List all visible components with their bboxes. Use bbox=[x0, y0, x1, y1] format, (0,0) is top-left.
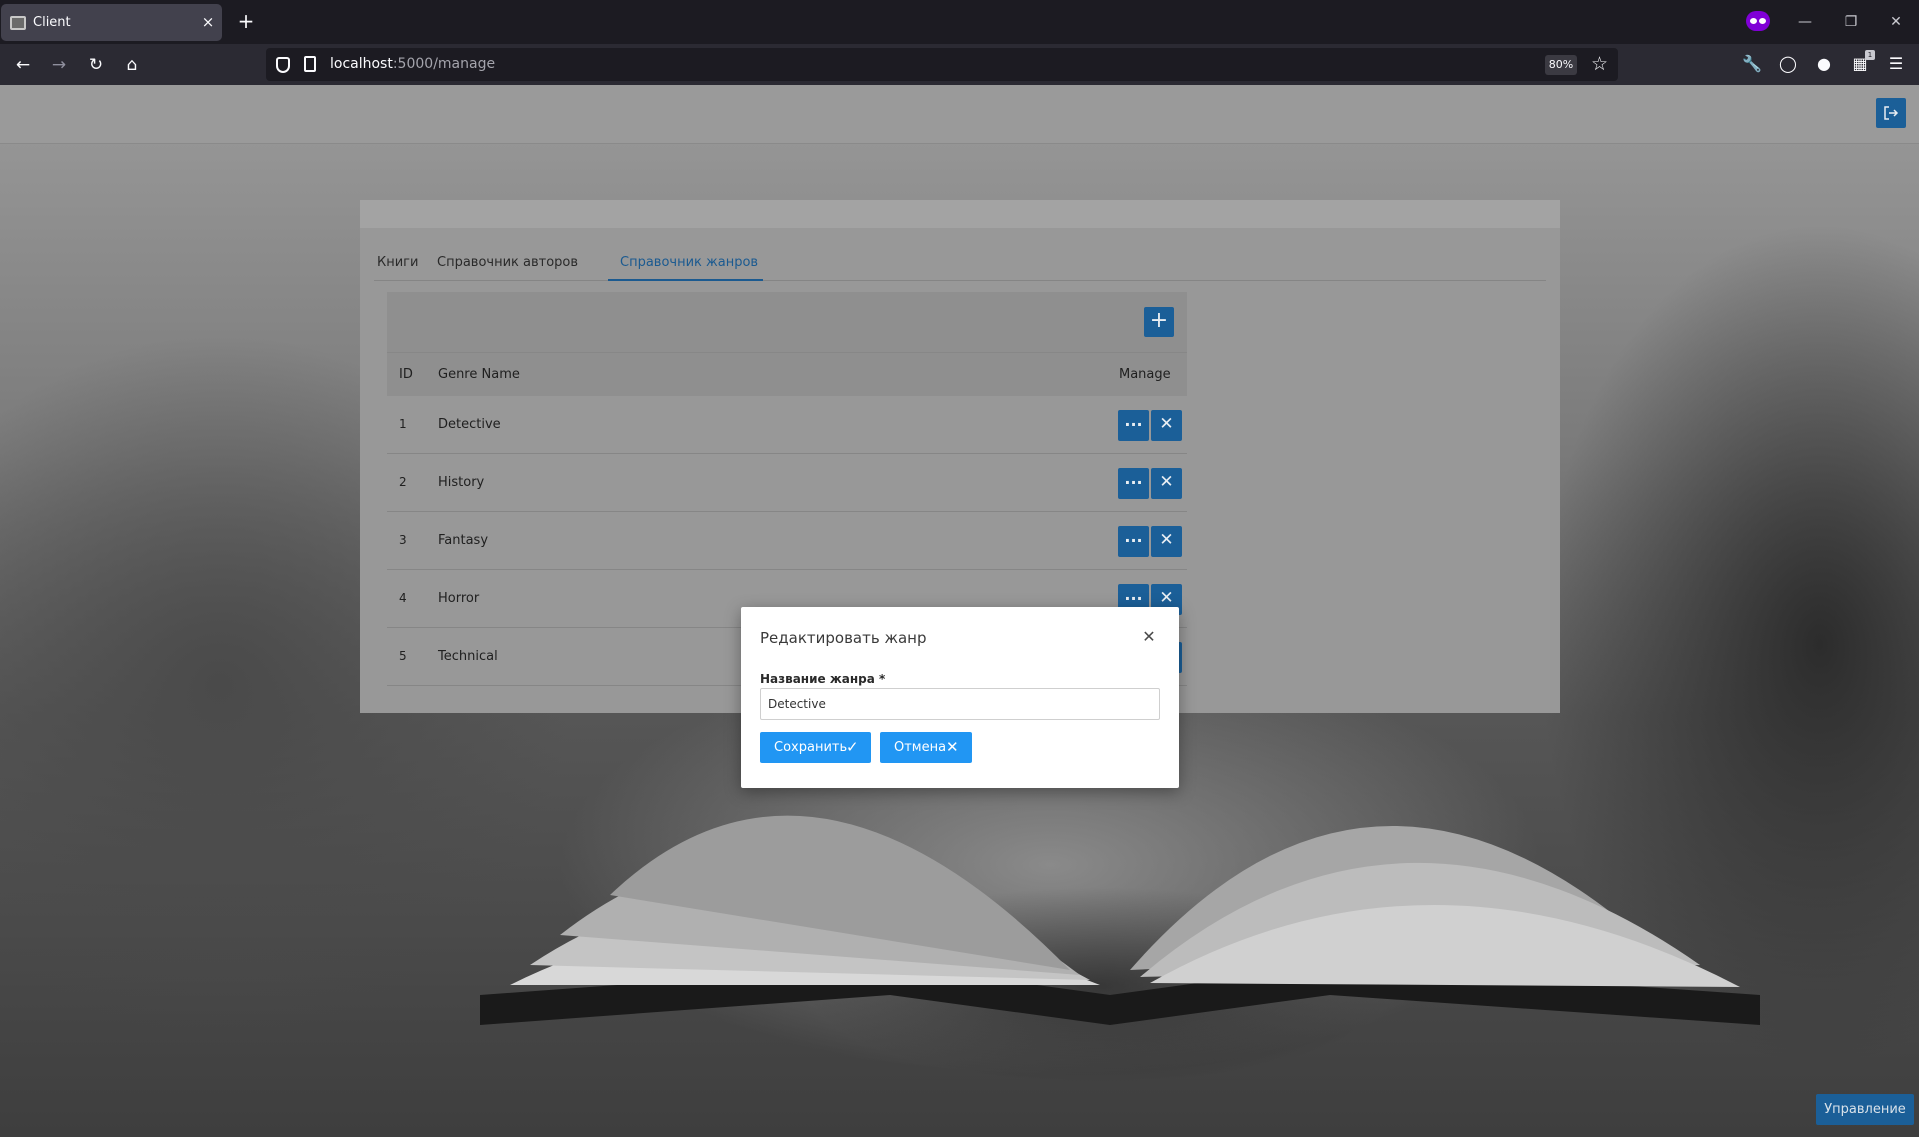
cell-id: 1 bbox=[399, 417, 407, 431]
tab-title: Client bbox=[33, 15, 71, 30]
menu-icon[interactable]: ☰ bbox=[1884, 52, 1908, 76]
wrench-icon[interactable]: 🔧 bbox=[1740, 52, 1764, 76]
edit-button[interactable]: ··· bbox=[1118, 410, 1149, 441]
grid-header: ID Genre Name Manage bbox=[387, 352, 1187, 396]
cell-genre-name: History bbox=[438, 475, 485, 490]
url-host: localhost bbox=[330, 56, 393, 72]
page-background: Книги Справочник авторов Справочник жанр… bbox=[0, 85, 1919, 1137]
back-icon[interactable]: ← bbox=[10, 52, 36, 78]
url-text[interactable]: localhost:5000/manage bbox=[330, 56, 495, 72]
logout-button[interactable] bbox=[1876, 98, 1906, 128]
cancel-button-label: Отмена bbox=[894, 740, 947, 755]
globe-icon[interactable]: ● bbox=[1812, 52, 1836, 76]
manage-button[interactable]: Управление bbox=[1816, 1094, 1914, 1125]
table-row: 3 Fantasy ··· ✕ bbox=[387, 512, 1187, 570]
tab-authors[interactable]: Справочник авторов bbox=[437, 255, 578, 270]
cell-genre-name: Technical bbox=[438, 649, 498, 664]
edit-genre-dialog: Редактировать жанр ✕ Название жанра * Со… bbox=[741, 607, 1179, 788]
tab-close-icon[interactable]: × bbox=[200, 12, 216, 32]
table-row: 1 Detective ··· ✕ bbox=[387, 396, 1187, 454]
genre-name-input[interactable] bbox=[760, 688, 1160, 720]
save-button[interactable]: Сохранить ✓ bbox=[760, 732, 871, 763]
check-icon: ✓ bbox=[846, 738, 859, 756]
grid-toolbar: + bbox=[387, 292, 1187, 352]
home-icon[interactable]: ⌂ bbox=[119, 52, 145, 78]
column-header-id[interactable]: ID bbox=[399, 367, 413, 382]
cell-id: 2 bbox=[399, 475, 407, 489]
browser-tabstrip: Client × + — ❐ ✕ bbox=[0, 0, 1919, 44]
cell-genre-name: Fantasy bbox=[438, 533, 489, 548]
favicon-icon bbox=[10, 16, 26, 30]
zoom-badge[interactable]: 80% bbox=[1545, 55, 1577, 75]
genre-name-label: Название жанра * bbox=[760, 672, 886, 686]
shield-icon[interactable] bbox=[276, 57, 290, 73]
cell-id: 5 bbox=[399, 649, 407, 663]
edit-button[interactable]: ··· bbox=[1118, 468, 1149, 499]
extension-badge: 1 bbox=[1865, 50, 1875, 60]
browser-tab[interactable]: Client × bbox=[1, 4, 222, 41]
new-tab-button[interactable]: + bbox=[236, 10, 256, 34]
delete-button[interactable]: ✕ bbox=[1151, 526, 1182, 557]
delete-button[interactable]: ✕ bbox=[1151, 410, 1182, 441]
restore-icon[interactable]: ❐ bbox=[1839, 10, 1863, 34]
table-row: 2 History ··· ✕ bbox=[387, 454, 1187, 512]
forward-icon[interactable]: → bbox=[46, 52, 72, 78]
column-header-name[interactable]: Genre Name bbox=[438, 367, 520, 382]
delete-button[interactable]: ✕ bbox=[1151, 468, 1182, 499]
page-icon[interactable] bbox=[304, 56, 316, 72]
panel-header bbox=[360, 200, 1560, 228]
cell-id: 4 bbox=[399, 591, 407, 605]
url-bar[interactable]: localhost:5000/manage 80% ☆ bbox=[266, 48, 1618, 81]
cancel-button[interactable]: Отмена ✕ bbox=[880, 732, 972, 763]
save-button-label: Сохранить bbox=[774, 740, 848, 755]
close-icon: ✕ bbox=[946, 738, 959, 756]
minimize-icon[interactable]: — bbox=[1793, 10, 1817, 34]
url-path: :5000/manage bbox=[392, 56, 496, 72]
browser-navbar: ← → ↻ ⌂ localhost:5000/manage 80% ☆ 🔧 ◯ … bbox=[0, 44, 1919, 85]
tab-genres[interactable]: Справочник жанров bbox=[620, 255, 758, 270]
cell-genre-name: Detective bbox=[438, 417, 501, 432]
window-close-icon[interactable]: ✕ bbox=[1884, 10, 1908, 34]
pocket-icon[interactable]: ◯ bbox=[1776, 52, 1800, 76]
app-header bbox=[0, 85, 1919, 144]
cell-id: 3 bbox=[399, 533, 407, 547]
edit-button[interactable]: ··· bbox=[1118, 526, 1149, 557]
dialog-close-icon[interactable]: ✕ bbox=[1140, 628, 1158, 646]
private-browsing-icon bbox=[1746, 11, 1770, 31]
dialog-title: Редактировать жанр bbox=[760, 629, 927, 647]
tab-bar: Книги Справочник авторов Справочник жанр… bbox=[374, 248, 1546, 281]
star-icon[interactable]: ☆ bbox=[1591, 53, 1608, 75]
column-header-manage: Manage bbox=[1119, 367, 1171, 382]
logout-icon bbox=[1884, 106, 1899, 120]
add-genre-button[interactable]: + bbox=[1144, 307, 1174, 337]
reload-icon[interactable]: ↻ bbox=[83, 52, 109, 78]
active-tab-indicator bbox=[608, 279, 763, 281]
cell-genre-name: Horror bbox=[438, 591, 480, 606]
tab-books[interactable]: Книги bbox=[377, 255, 418, 270]
